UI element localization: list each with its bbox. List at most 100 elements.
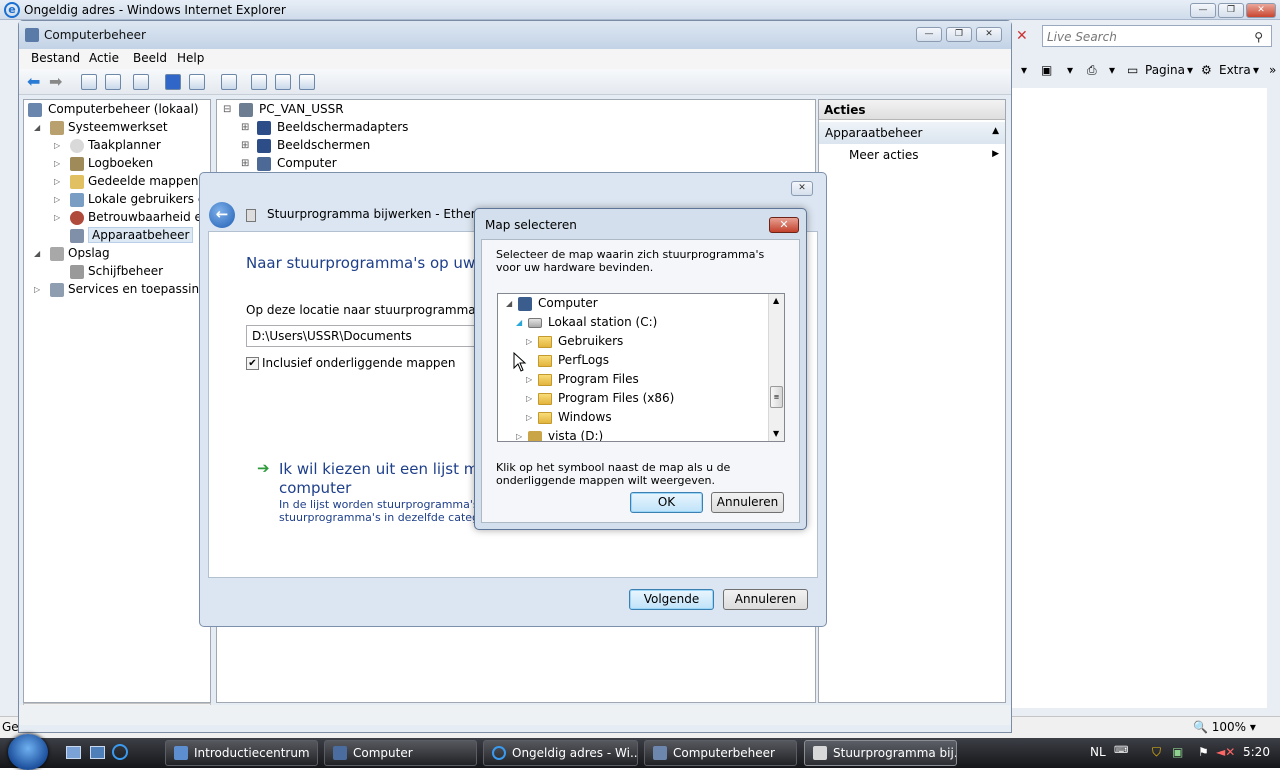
actions-more[interactable]: Meer acties ▶ xyxy=(849,148,999,162)
expand-triangle-icon[interactable]: ▷ xyxy=(54,213,60,222)
collapse-triangle-icon[interactable]: ◢ xyxy=(506,299,512,308)
expand-triangle-icon[interactable]: ▷ xyxy=(54,159,60,168)
folder-tree-drive-c[interactable]: ◢ Lokaal station (C:) xyxy=(516,315,657,329)
collapse-triangle-icon[interactable]: ◢ xyxy=(34,123,40,132)
uninstall-icon[interactable] xyxy=(275,74,291,90)
collapse-up-icon[interactable]: ▲ xyxy=(992,126,999,136)
tree-betrouwbaarheid[interactable]: ▷ Betrouwbaarheid en p xyxy=(54,210,221,225)
show-desktop-icon[interactable] xyxy=(66,746,81,759)
expand-triangle-icon[interactable]: ▷ xyxy=(516,432,522,441)
show-tree-icon[interactable] xyxy=(105,74,121,90)
folder-tree-vertical-scrollbar[interactable]: ▲ ≡ ▼ xyxy=(768,294,784,441)
folder-tree[interactable]: ◢ Computer ◢ Lokaal station (C:) ▷ Gebruike… xyxy=(497,293,785,442)
expand-triangle-icon[interactable]: ▷ xyxy=(54,195,60,204)
network-icon[interactable]: ▣ xyxy=(1172,745,1183,759)
menu-actie[interactable]: Actie xyxy=(89,51,119,65)
expand-box-icon[interactable]: ⊞ xyxy=(241,122,249,133)
feeds-icon[interactable]: ▣ xyxy=(1041,63,1052,77)
tree-schijfbeheer[interactable]: Schijfbeheer xyxy=(54,264,163,279)
search-icon[interactable]: ⚲ xyxy=(1254,30,1263,44)
expand-box-icon[interactable]: ⊞ xyxy=(241,158,249,169)
tree-taakplanner[interactable]: ▷ Taakplanner xyxy=(54,138,161,153)
chevron-down-icon[interactable]: ▾ xyxy=(1021,63,1027,77)
folder-item[interactable]: ▷ Program Files xyxy=(526,372,639,386)
wizard-cancel-button[interactable]: Annuleren xyxy=(723,589,808,610)
more-icon[interactable]: » xyxy=(1269,63,1276,77)
extra-menu[interactable]: Extra xyxy=(1219,63,1251,77)
ie-search-input[interactable]: Live Search xyxy=(1047,30,1117,44)
collapse-box-icon[interactable]: ⊟ xyxy=(223,104,231,115)
expand-triangle-icon[interactable]: ▷ xyxy=(526,394,532,403)
next-button[interactable]: Volgende xyxy=(629,589,714,610)
collapse-triangle-icon[interactable]: ◢ xyxy=(516,318,522,327)
security-shield-icon[interactable]: ⛉ xyxy=(1152,745,1161,760)
folder-item[interactable]: ▷ Windows xyxy=(526,410,612,424)
menu-beeld[interactable]: Beeld xyxy=(133,51,167,65)
ie-maximize-button[interactable]: ❐ xyxy=(1218,3,1244,18)
start-button[interactable] xyxy=(8,734,48,770)
folder-tree-drive-d[interactable]: ▷ vista (D:) xyxy=(516,429,603,441)
location-input[interactable]: D:\Users\USSR\Documents xyxy=(246,325,486,347)
pagina-menu[interactable]: Pagina xyxy=(1145,63,1185,77)
expand-triangle-icon[interactable]: ▷ xyxy=(526,375,532,384)
expand-triangle-icon[interactable]: ▷ xyxy=(526,337,532,346)
scroll-down-icon[interactable]: ▼ xyxy=(773,429,779,438)
expand-triangle-icon[interactable]: ▷ xyxy=(54,141,60,150)
flag-icon[interactable]: ⚑ xyxy=(1198,745,1209,759)
cb-maximize-button[interactable]: ❐ xyxy=(946,27,972,42)
clock[interactable]: 5:20 xyxy=(1243,745,1270,759)
help-icon[interactable] xyxy=(165,74,181,90)
switch-windows-icon[interactable] xyxy=(90,746,105,759)
task-introductiecentrum[interactable]: Introductiecentrum xyxy=(165,740,318,766)
zoom-level[interactable]: 🔍 100% ▾ xyxy=(1193,720,1256,734)
task-stuurprogramma[interactable]: Stuurprogramma bij... xyxy=(804,740,957,766)
map-cancel-button[interactable]: Annuleren xyxy=(711,492,784,513)
page-icon[interactable]: ▭ xyxy=(1127,63,1138,77)
chevron-down-icon[interactable]: ▾ xyxy=(1187,63,1193,77)
volume-muted-icon[interactable]: ◄✕ xyxy=(1216,745,1235,759)
tree-opslag[interactable]: ◢ Opslag xyxy=(34,246,110,261)
choose-from-list-link[interactable]: Ik wil kiezen uit een lijst met computer… xyxy=(279,460,493,524)
cb-minimize-button[interactable]: — xyxy=(916,27,942,42)
expand-triangle-icon[interactable]: ▷ xyxy=(526,413,532,422)
device-item[interactable]: ⊞ Beeldschermadapters xyxy=(241,120,408,135)
expand-triangle-icon[interactable]: ▷ xyxy=(54,177,60,186)
scan-hardware-icon[interactable] xyxy=(221,74,237,90)
language-indicator[interactable]: NL xyxy=(1090,745,1106,759)
ie-quicklaunch-icon[interactable] xyxy=(112,744,128,760)
collapse-triangle-icon[interactable]: ◢ xyxy=(34,249,40,258)
chevron-down-icon[interactable]: ▾ xyxy=(1253,63,1259,77)
task-computer[interactable]: Computer xyxy=(324,740,477,766)
actions-section-apparaatbeheer[interactable]: Apparaatbeheer ▲ xyxy=(819,122,1005,144)
cb-close-button[interactable]: ✕ xyxy=(976,27,1002,42)
keyboard-icon[interactable]: ⌨ xyxy=(1114,745,1128,756)
tree-gedeelde-mappen[interactable]: ▷ Gedeelde mappen xyxy=(54,174,198,189)
back-arrow-icon[interactable]: ⬅ xyxy=(27,72,40,91)
ie-search-box[interactable]: Live Search ⚲ xyxy=(1042,25,1272,47)
expand-box-icon[interactable]: ⊞ xyxy=(241,140,249,151)
export-list-icon[interactable] xyxy=(133,74,149,90)
device-item[interactable]: ⊞ Computer xyxy=(241,156,337,171)
action-pane-icon[interactable] xyxy=(189,74,205,90)
wizard-close-button[interactable]: ✕ xyxy=(791,181,813,196)
tree-systeemwerkset[interactable]: ◢ Systeemwerkset xyxy=(34,120,168,135)
map-close-button[interactable]: ✕ xyxy=(769,217,799,233)
scrollbar-thumb[interactable]: ≡ xyxy=(770,386,783,408)
gear-icon[interactable]: ⚙ xyxy=(1201,63,1212,77)
tree-root[interactable]: Computerbeheer (lokaal) xyxy=(28,102,199,117)
back-button[interactable]: ← xyxy=(209,202,235,228)
ie-stop-icon[interactable]: ✕ xyxy=(1016,28,1028,44)
tree-logboeken[interactable]: ▷ Logboeken xyxy=(54,156,153,171)
device-tree-root[interactable]: ⊟ PC_VAN_USSR xyxy=(223,102,344,117)
forward-arrow-icon[interactable]: ➡ xyxy=(49,72,62,91)
folder-tree-computer[interactable]: ◢ Computer xyxy=(506,296,598,311)
print-icon[interactable]: ⎙ xyxy=(1087,63,1097,78)
scroll-up-icon[interactable]: ▲ xyxy=(773,296,779,305)
expand-triangle-icon[interactable]: ▷ xyxy=(34,285,40,294)
ok-button[interactable]: OK xyxy=(630,492,703,513)
chevron-down-icon[interactable]: ▾ xyxy=(1109,63,1115,77)
ie-minimize-button[interactable]: — xyxy=(1190,3,1216,18)
device-item[interactable]: ⊞ Beeldschermen xyxy=(241,138,370,153)
include-subfolders-checkbox[interactable]: ✔ xyxy=(246,357,259,370)
update-driver-icon[interactable] xyxy=(251,74,267,90)
